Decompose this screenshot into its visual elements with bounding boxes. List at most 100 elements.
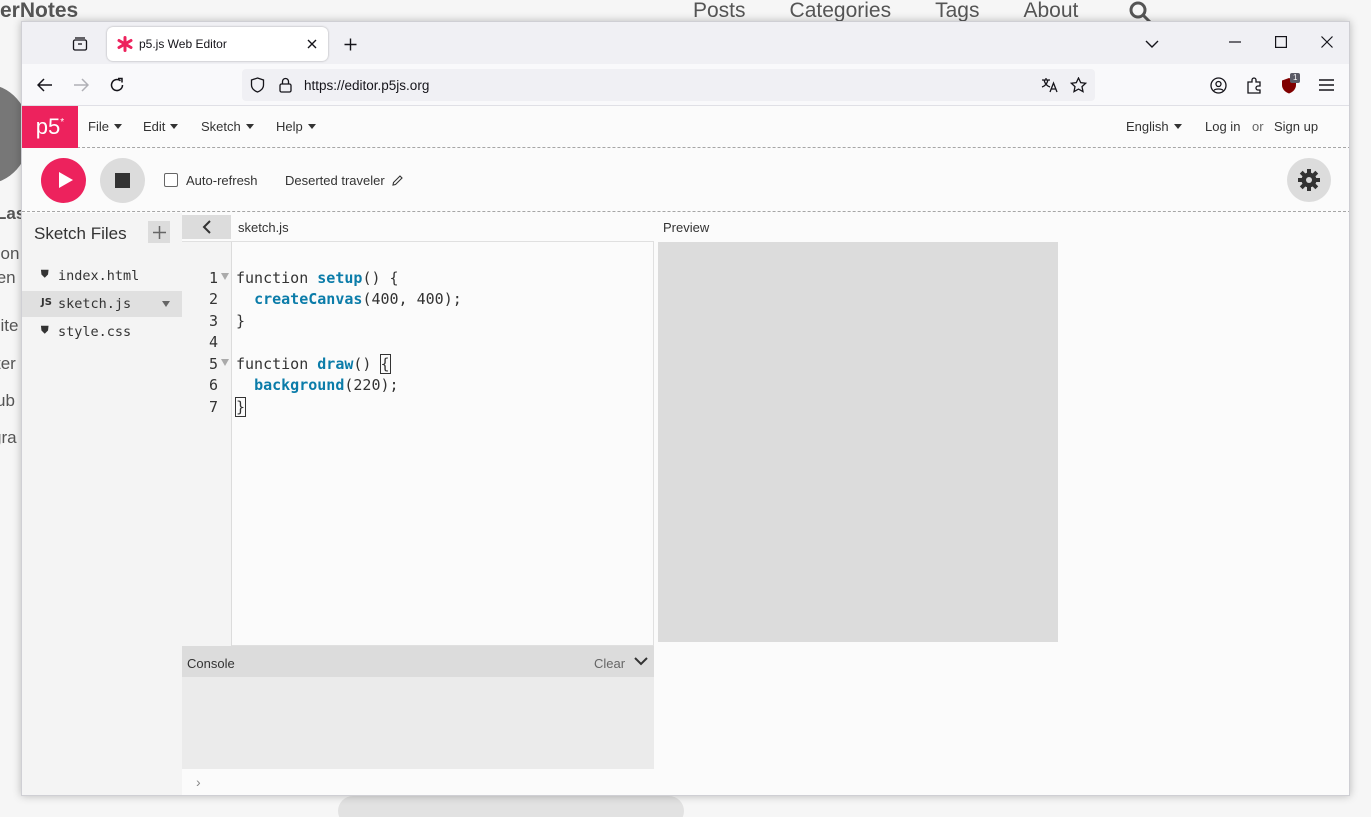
code-line[interactable]: function draw() { (236, 354, 391, 374)
close-icon[interactable] (304, 36, 320, 52)
settings-button[interactable] (1287, 158, 1331, 202)
console-clear-button[interactable]: Clear (594, 656, 625, 671)
code-line[interactable]: function setup() { (236, 269, 399, 287)
editor-header: sketch.js (182, 213, 654, 241)
menu-sketch[interactable]: Sketch (201, 119, 254, 134)
caret-down-icon (170, 124, 179, 129)
background-side-fragment: site (0, 316, 19, 335)
language-select[interactable]: English (1126, 119, 1182, 134)
language-label: English (1126, 119, 1169, 134)
file-item-index-html[interactable]: ⛊ index.html (22, 263, 182, 289)
caret-down-icon (307, 124, 316, 129)
line-number: 3 (208, 312, 218, 330)
sidebar-title: Sketch Files (34, 224, 127, 243)
p5-editor: p5 * File Edit Sketch Help English Log in… (22, 106, 1349, 795)
p5-logo-text: p5 (35, 114, 61, 139)
caret-down-icon (1173, 124, 1182, 129)
console-prompt-icon: › (196, 774, 201, 790)
console-header: Console Clear (182, 646, 654, 677)
preview-canvas[interactable] (658, 242, 1058, 642)
code-function-name: background (254, 376, 345, 394)
tab-p5js-editor[interactable]: p5.js Web Editor (107, 27, 328, 61)
line-number: 5 (208, 355, 218, 373)
line-number: 4 (208, 333, 218, 351)
extensions-icon[interactable] (1244, 75, 1264, 95)
menu-edit[interactable]: Edit (143, 119, 179, 134)
matched-bracket: { (379, 354, 391, 374)
background-nav-about: About (1023, 0, 1079, 22)
translate-icon[interactable] (1041, 76, 1059, 94)
line-number: 2 (208, 290, 218, 308)
reload-icon[interactable] (107, 75, 127, 95)
play-button[interactable] (41, 158, 86, 203)
or-text: or (1252, 119, 1264, 134)
background-side-fragment: gra (0, 428, 17, 447)
hamburger-menu-icon[interactable] (1316, 75, 1336, 95)
auto-refresh-checkbox[interactable] (164, 173, 178, 187)
menu-file[interactable]: File (88, 119, 122, 134)
matched-bracket: } (234, 397, 247, 417)
stop-button[interactable] (100, 158, 145, 203)
auto-refresh-label[interactable]: Auto-refresh (186, 173, 258, 188)
code-line[interactable]: } (234, 397, 247, 417)
fold-arrow-icon[interactable] (221, 359, 229, 366)
line-number: 6 (208, 376, 218, 394)
p5-toolbar: Auto-refresh Deserted traveler (22, 148, 1349, 212)
code-text: () (353, 355, 381, 373)
star-icon[interactable] (1069, 76, 1087, 94)
signup-link[interactable]: Sign up (1274, 119, 1318, 134)
console-output (182, 677, 654, 769)
code-function-name: setup (317, 269, 363, 287)
code-text: } (236, 312, 246, 330)
code-function-name: createCanvas (254, 290, 363, 308)
background-site-brand: erNotes (0, 0, 79, 22)
file-icon: ⛊ (41, 325, 49, 336)
chevron-left-icon (202, 220, 211, 234)
code-text: () { (362, 269, 399, 287)
new-tab-plus-icon[interactable] (340, 34, 360, 54)
fold-arrow-icon[interactable] (221, 273, 229, 280)
background-side-fragment: ub (0, 391, 15, 410)
forward-arrow-icon[interactable] (71, 75, 91, 95)
js-file-icon: JS (41, 297, 52, 308)
back-arrow-icon[interactable] (35, 75, 55, 95)
code-line[interactable]: background(220); (236, 376, 399, 394)
account-icon[interactable] (1208, 75, 1228, 95)
console-input[interactable]: › (182, 769, 654, 795)
p5-logo[interactable]: p5 * (22, 106, 78, 148)
sketch-name[interactable]: Deserted traveler (285, 173, 404, 188)
close-window-icon[interactable] (1317, 32, 1337, 52)
file-item-style-css[interactable]: ⛊ style.css (22, 319, 182, 345)
file-icon: ⛊ (41, 269, 49, 280)
file-name: style.css (58, 324, 132, 340)
background-nav-categories: Categories (789, 0, 892, 22)
add-file-button[interactable] (148, 221, 170, 243)
minimize-icon[interactable] (1225, 32, 1245, 52)
chevron-down-icon[interactable] (1142, 34, 1162, 54)
tab-overview-icon[interactable] (68, 32, 92, 56)
background-site-nav: Posts Categories Tags About (693, 0, 1078, 23)
code-line[interactable]: } (236, 312, 245, 330)
ublock-icon[interactable]: 1 (1281, 73, 1303, 95)
navigation-toolbar: https://editor.p5js.org 1 (22, 64, 1349, 106)
file-options-chevron-icon[interactable] (162, 301, 170, 307)
code-text: (400, 400); (362, 290, 462, 308)
tab-strip: p5.js Web Editor (22, 22, 1349, 64)
lock-icon[interactable] (277, 77, 293, 93)
p5-favicon-icon (117, 36, 133, 52)
url-bar[interactable]: https://editor.p5js.org (242, 69, 1095, 101)
sketch-files-sidebar: Sketch Files ⛊ index.html JS sketch.js ⛊… (22, 213, 182, 795)
code-line[interactable]: createCanvas(400, 400); (236, 290, 462, 308)
shield-icon[interactable] (249, 77, 265, 93)
menu-help[interactable]: Help (276, 119, 316, 134)
code-editor[interactable]: 1 2 3 4 5 6 7 function setup() { createC… (182, 241, 654, 647)
file-name: index.html (58, 268, 140, 284)
login-link[interactable]: Log in (1205, 119, 1240, 134)
maximize-icon[interactable] (1271, 32, 1291, 52)
collapse-sidebar-button[interactable] (182, 215, 231, 239)
url-text[interactable]: https://editor.p5js.org (304, 78, 429, 93)
file-item-sketch-js[interactable]: JS sketch.js (22, 291, 182, 317)
console-collapse-chevron-icon[interactable] (634, 654, 648, 668)
line-number-gutter: 1 2 3 4 5 6 7 (182, 242, 232, 647)
